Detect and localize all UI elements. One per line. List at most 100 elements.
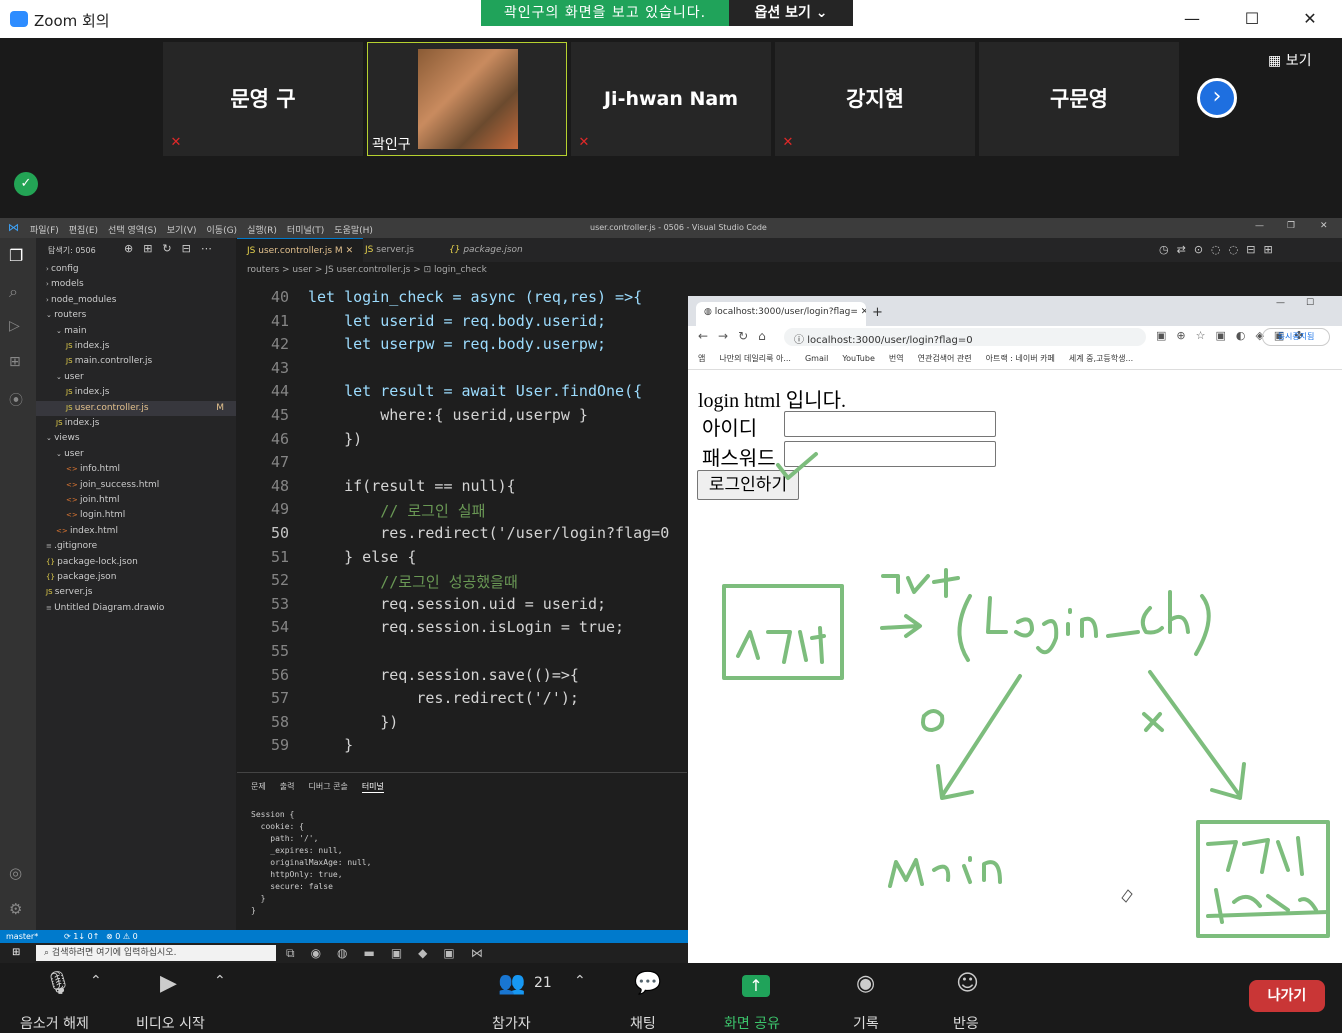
participant-tile[interactable]: 문영 구 ✕ bbox=[163, 42, 363, 156]
code-editor[interactable]: 40 let login_check = async (req,res) =>{4… bbox=[237, 278, 687, 770]
maximize-button[interactable]: ☐ bbox=[1306, 298, 1314, 308]
code-line[interactable]: res.redirect('/'); bbox=[308, 689, 579, 707]
code-line[interactable]: if(result == null){ bbox=[308, 477, 516, 495]
code-line[interactable]: res.redirect('/user/login?flag=0 bbox=[308, 524, 669, 542]
view-options-button[interactable]: 옵션 보기 ⌄ bbox=[729, 0, 853, 26]
code-line[interactable]: let login_check = async (req,res) =>{ bbox=[308, 288, 642, 306]
maximize-button[interactable]: ❐ bbox=[1287, 221, 1295, 231]
record-icon[interactable]: ◉ bbox=[856, 971, 875, 996]
tree-item[interactable]: ⌄ user bbox=[36, 447, 236, 462]
tree-item[interactable]: <> join_success.html bbox=[36, 478, 236, 493]
windows-start-icon[interactable]: ⊞ bbox=[12, 943, 20, 963]
chevron-up-icon[interactable]: ⌃ bbox=[214, 973, 226, 989]
code-line[interactable]: } bbox=[308, 736, 353, 754]
tab-user-controller[interactable]: JS user.controller.js M ✕ bbox=[237, 238, 364, 262]
tree-item[interactable]: JS server.js bbox=[36, 585, 236, 600]
menu-item[interactable]: 파일(F) bbox=[30, 223, 59, 236]
menu-item[interactable]: 편집(E) bbox=[69, 223, 98, 236]
search-icon[interactable]: ⌕ bbox=[9, 282, 18, 302]
tab-package[interactable]: {} package.json bbox=[439, 238, 533, 262]
share-screen-icon[interactable]: ↑ bbox=[742, 975, 770, 997]
source-control-icon[interactable]: ⦿ bbox=[9, 390, 23, 410]
tree-item[interactable]: JS user.controller.js M bbox=[36, 400, 236, 416]
nav-buttons[interactable]: ←→↻⌂ bbox=[698, 329, 776, 343]
close-button[interactable]: ✕ bbox=[1320, 221, 1328, 231]
participants-label[interactable]: 참가자 bbox=[492, 1013, 531, 1033]
minimize-button[interactable]: — bbox=[1172, 6, 1212, 32]
tree-item[interactable]: ⌄ main bbox=[36, 324, 236, 339]
participants-icon[interactable]: 👥 bbox=[498, 971, 525, 996]
menu-item[interactable]: 도움말(H) bbox=[334, 223, 373, 236]
participant-tile-active[interactable]: 곽인구 bbox=[367, 42, 567, 156]
code-line[interactable]: }) bbox=[308, 430, 362, 448]
tree-item[interactable]: <> info.html bbox=[36, 462, 236, 477]
bookmark-item[interactable]: 아트랙 : 네이버 카페 bbox=[986, 348, 1055, 370]
menu-item[interactable]: 실행(R) bbox=[247, 223, 277, 236]
code-line[interactable]: where:{ userid,userpw } bbox=[308, 406, 588, 424]
profile-button[interactable]: 동시중지됨 bbox=[1262, 328, 1330, 346]
bookmark-item[interactable]: 나만의 데일리룩 아... bbox=[719, 348, 791, 370]
participant-tile[interactable]: Ji-hwan Nam ✕ bbox=[571, 42, 771, 156]
tree-item[interactable]: {} package-lock.json bbox=[36, 555, 236, 570]
close-icon[interactable]: ✕ bbox=[346, 246, 354, 256]
chat-label[interactable]: 채팅 bbox=[630, 1013, 656, 1033]
code-line[interactable]: //로그인 성공했을때 bbox=[308, 571, 518, 592]
terminal-output[interactable]: Session { cookie: { path: '/', _expires:… bbox=[251, 809, 371, 917]
bookmark-item[interactable]: 세계 중,고등학생... bbox=[1069, 348, 1133, 370]
share-screen-label[interactable]: 화면 공유 bbox=[724, 1013, 780, 1033]
code-line[interactable]: }) bbox=[308, 713, 398, 731]
muted-mic-icon[interactable]: 🎙 bbox=[44, 971, 72, 996]
panel-tab[interactable]: 출력 bbox=[280, 781, 295, 793]
code-line[interactable]: req.session.save(()=>{ bbox=[308, 666, 579, 684]
code-line[interactable]: let result = await User.findOne({ bbox=[308, 382, 642, 400]
tree-item[interactable]: ≡ Untitled Diagram.drawio bbox=[36, 601, 236, 616]
panel-tab[interactable]: 디버그 콘솔 bbox=[308, 781, 347, 793]
menu-item[interactable]: 선택 영역(S) bbox=[108, 223, 157, 236]
code-line[interactable]: req.session.uid = userid; bbox=[308, 595, 606, 613]
new-tab-plus-icon[interactable]: + bbox=[872, 305, 883, 320]
gallery-view-button[interactable]: ▦ 보기 bbox=[1268, 50, 1311, 70]
bookmark-item[interactable]: YouTube bbox=[842, 348, 875, 370]
code-line[interactable]: } else { bbox=[308, 548, 416, 566]
tree-item[interactable]: › config bbox=[36, 262, 236, 277]
breadcrumb[interactable]: routers > user > JS user.controller.js >… bbox=[237, 262, 687, 278]
chevron-up-icon[interactable]: ⌃ bbox=[90, 973, 102, 989]
tree-item[interactable]: JS index.js bbox=[36, 339, 236, 354]
close-button[interactable]: ✕ bbox=[1290, 6, 1330, 32]
tab-server[interactable]: JS server.js bbox=[355, 238, 424, 262]
participant-tile[interactable]: 구문영 bbox=[979, 42, 1179, 156]
tree-item[interactable]: <> login.html bbox=[36, 508, 236, 523]
tree-item[interactable]: <> join.html bbox=[36, 493, 236, 508]
security-shield-icon[interactable]: ✓ bbox=[14, 172, 38, 196]
tree-item[interactable]: ≡ .gitignore bbox=[36, 539, 236, 554]
bookmark-item[interactable]: 연관검색어 관련 bbox=[918, 348, 972, 370]
tree-item[interactable]: {} package.json bbox=[36, 570, 236, 585]
tree-item[interactable]: ⌄ views bbox=[36, 431, 236, 446]
reactions-icon[interactable]: ☺ bbox=[956, 971, 979, 996]
panel-tab-active[interactable]: 터미널 bbox=[361, 781, 384, 793]
code-line[interactable]: let userpw = req.body.userpw; bbox=[308, 335, 606, 353]
taskbar-app-icons[interactable]: ⧉◉◍▬▣◆▣⋈ bbox=[286, 943, 499, 963]
menu-item[interactable]: 이동(G) bbox=[207, 223, 238, 236]
explorer-icon[interactable]: ❐ bbox=[9, 246, 23, 265]
explorer-actions[interactable]: ⊕⊞↻⊟⋯ bbox=[124, 242, 222, 255]
leave-meeting-button[interactable]: 나가기 bbox=[1249, 980, 1325, 1012]
extensions-icon[interactable]: ⊞ bbox=[9, 354, 21, 370]
taskbar-search[interactable]: ⌕ 검색하려면 여기에 입력하십시오. bbox=[36, 945, 276, 961]
tree-item[interactable]: JS index.js bbox=[36, 416, 236, 431]
start-video-label[interactable]: 비디오 시작 bbox=[136, 1013, 205, 1033]
address-bar[interactable]: ⓘ localhost:3000/user/login?flag=0 bbox=[784, 328, 1146, 346]
problems-status[interactable]: ⊗ 0 ⚠ 0 bbox=[106, 930, 138, 943]
bookmark-item[interactable]: 앱 bbox=[698, 348, 705, 370]
tree-item[interactable]: › node_modules bbox=[36, 293, 236, 308]
code-line[interactable]: req.session.isLogin = true; bbox=[308, 618, 624, 636]
menu-item[interactable]: 보기(V) bbox=[167, 223, 197, 236]
settings-gear-icon[interactable]: ⚙ bbox=[9, 900, 22, 918]
maximize-button[interactable]: ☐ bbox=[1232, 6, 1272, 32]
minimize-button[interactable]: — bbox=[1255, 221, 1264, 231]
next-page-arrow-icon[interactable]: › bbox=[1197, 78, 1237, 118]
code-line[interactable]: let userid = req.body.userid; bbox=[308, 312, 606, 330]
run-debug-icon[interactable]: ▷ bbox=[9, 318, 20, 334]
minimize-button[interactable]: — bbox=[1276, 298, 1285, 308]
reactions-label[interactable]: 반응 bbox=[953, 1013, 979, 1033]
